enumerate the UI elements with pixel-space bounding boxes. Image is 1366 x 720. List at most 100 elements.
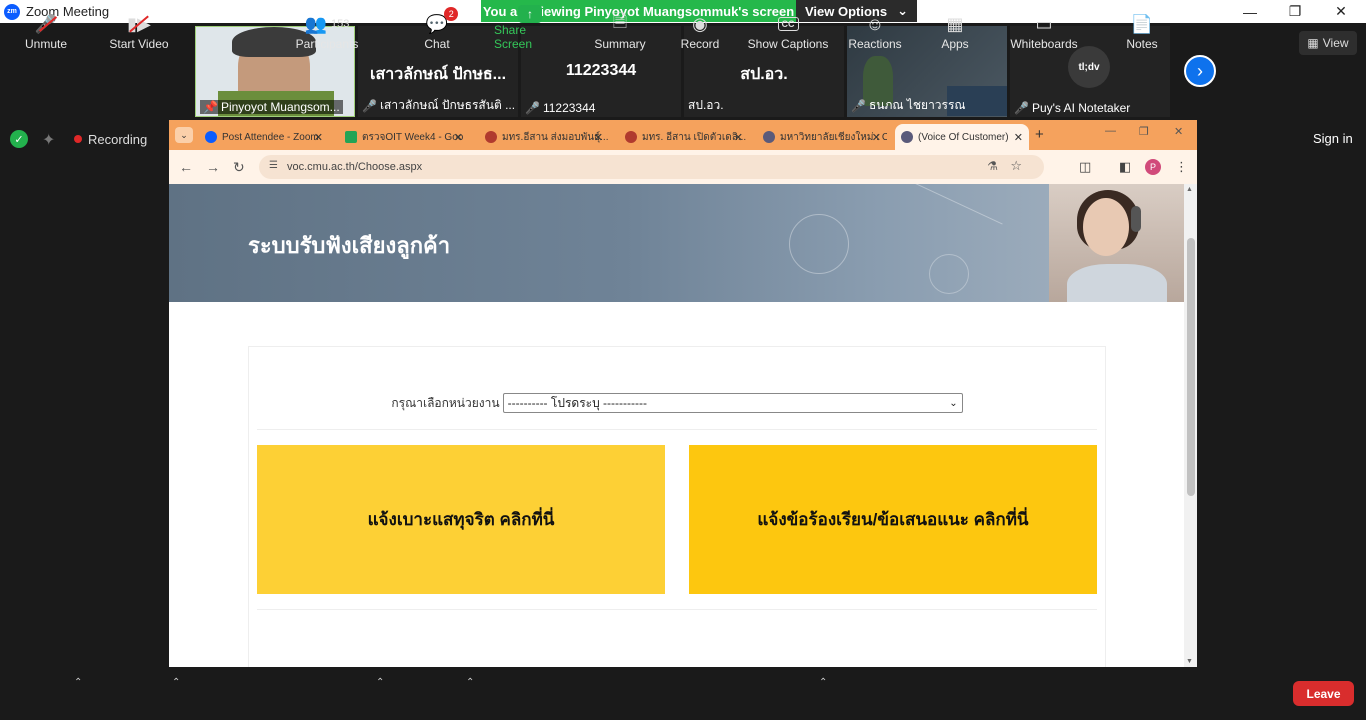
security-shield-icon[interactable]: ✓ (10, 130, 28, 148)
forward-icon[interactable]: → (206, 159, 220, 175)
divider (257, 429, 1097, 430)
recording-indicator[interactable]: Recording (74, 128, 147, 150)
record-button[interactable]: ◉ Record (678, 5, 722, 52)
next-page-arrow-icon[interactable]: › (1184, 55, 1216, 87)
participant-name: 11223344 (542, 101, 596, 115)
tab-close-icon[interactable]: ✕ (454, 131, 463, 144)
department-select[interactable]: ---------- โปรดระบุ ----------- ⌄ (502, 393, 963, 413)
department-select-row: กรุณาเลือกหน่วยงาน ---------- โปรดระบุ -… (249, 393, 1105, 413)
unmute-button[interactable]: 🎤 Unmute (22, 5, 70, 52)
browser-menu-icon[interactable]: ⋮ (1175, 159, 1188, 175)
browser-tab[interactable]: ตรวจOIT Week4 - Goo ✕ (339, 124, 469, 150)
browser-restore-icon[interactable]: ❐ (1139, 125, 1149, 138)
whiteboards-label: Whiteboards (1010, 37, 1078, 51)
extensions-icon[interactable]: ◫ (1079, 159, 1091, 175)
profile-avatar[interactable]: P (1145, 159, 1161, 175)
tab-title: มทร.อีสาน ส่งมอบพันธุ์... (502, 131, 609, 143)
complaint-suggestion-button[interactable]: แจ้งข้อร้องเรียน/ข้อเสนอแนะ คลิกที่นี่ (689, 445, 1097, 594)
tab-close-icon[interactable]: ✕ (734, 131, 743, 144)
video-off-icon: ▮▶ (127, 11, 151, 37)
restore-icon[interactable]: ❐ (1272, 0, 1318, 23)
shared-browser-window: ⌄ Post Attendee - Zoom ✕ ตรวจOIT Week4 -… (169, 120, 1197, 667)
participant-display-name: สป.อว. (740, 66, 788, 83)
leave-button[interactable]: Leave (1293, 681, 1354, 706)
divider (257, 609, 1097, 610)
captions-icon: CC (777, 11, 799, 37)
participant-name: Pinyoyot Muangsom... (220, 100, 340, 114)
browser-close-icon[interactable]: ✕ (1174, 125, 1183, 138)
summary-button[interactable]: 🗎 Summary (592, 5, 648, 51)
ai-companion-icon[interactable]: ✦ (42, 130, 55, 150)
tab-close-icon[interactable]: ✕ (872, 131, 881, 144)
participant-display-name: เสาวลักษณ์ ปักษธ... (369, 66, 507, 83)
scroll-down-icon[interactable]: ▼ (1186, 658, 1193, 665)
browser-tab[interactable]: Post Attendee - Zoom ✕ (199, 124, 329, 150)
tab-search-icon[interactable]: ⌄ (175, 127, 193, 143)
browser-tab-active[interactable]: (Voice Of Customer) ✕ (895, 124, 1029, 150)
chat-icon: 💬 2 (426, 7, 459, 37)
report-fraud-button[interactable]: แจ้งเบาะแสทุจริต คลิกที่นี่ (257, 445, 665, 594)
tab-close-icon[interactable]: ✕ (594, 131, 603, 144)
browser-minimize-icon[interactable]: — (1105, 125, 1116, 137)
mic-muted-icon: 🎤 (35, 11, 57, 37)
chat-caret-icon[interactable]: ⌃ (466, 677, 474, 688)
browser-tab[interactable]: มหาวิทยาลัยเชียงใหม่ : C ✕ (757, 124, 887, 150)
page-title: ระบบรับฟังเสียงลูกค้า (248, 233, 451, 258)
hero-banner: ระบบรับฟังเสียงลูกค้า (169, 184, 1184, 302)
apps-icon: ▦ (946, 13, 964, 34)
mic-muted-icon: 🎤 (851, 98, 866, 113)
browser-tab[interactable]: มทร. อีสาน เปิดตัวเดลิ... ✕ (619, 124, 749, 150)
chevron-down-icon: ⌄ (949, 397, 958, 409)
scrollbar-thumb[interactable] (1187, 238, 1195, 496)
notes-button[interactable]: 📄 Notes (1124, 5, 1160, 52)
notetaker-logo: tl;dv (1078, 61, 1100, 73)
notes-label: Notes (1126, 37, 1158, 51)
participants-caret-icon[interactable]: ⌃ (376, 677, 384, 688)
news-favicon-icon (485, 131, 497, 143)
minimize-icon[interactable]: — (1227, 0, 1273, 23)
apps-button[interactable]: ▦ Apps (938, 5, 972, 52)
browser-tab[interactable]: มทร.อีสาน ส่งมอบพันธุ์... ✕ (479, 124, 609, 150)
reactions-button[interactable]: ☺ Reactions (848, 5, 902, 52)
tab-title: (Voice Of Customer) (918, 131, 1009, 143)
side-panel-icon[interactable]: ◧ (1119, 159, 1131, 175)
tab-close-icon[interactable]: ✕ (1014, 131, 1023, 144)
tab-close-icon[interactable]: ✕ (314, 131, 323, 144)
whiteboards-button[interactable]: ▭ Whiteboards (1008, 5, 1080, 52)
sign-in-link[interactable]: Sign in (1313, 131, 1353, 146)
participant-display-name: 11223344 (565, 62, 637, 79)
back-icon[interactable]: ← (179, 159, 193, 175)
participants-count: 153 (331, 18, 350, 30)
participants-label: Participants (295, 37, 359, 51)
mic-muted-icon: 🎤 (525, 101, 540, 115)
show-captions-button[interactable]: CC Show Captions (746, 5, 830, 51)
participants-button[interactable]: 👥 153 Participants (294, 5, 360, 52)
tab-title: Post Attendee - Zoom (222, 131, 319, 143)
close-icon[interactable]: ✕ (1318, 0, 1364, 23)
decorative-line (875, 184, 1003, 225)
record-label: Record (680, 37, 720, 51)
scroll-up-icon[interactable]: ▲ (1186, 186, 1193, 193)
view-button[interactable]: ▦ View (1299, 31, 1357, 55)
audio-options-caret-icon[interactable]: ⌃ (74, 677, 82, 688)
address-bar[interactable]: ☰ voc.cmu.ac.th/Choose.aspx ⚗ ☆ (259, 155, 1044, 179)
chat-button[interactable]: 💬 2 Chat (420, 5, 459, 51)
share-screen-button[interactable]: ↑ Share Screen (494, 5, 566, 51)
video-options-caret-icon[interactable]: ⌃ (172, 677, 180, 688)
address-url: voc.cmu.ac.th/Choose.aspx (287, 161, 423, 173)
bookmark-star-icon[interactable]: ☆ (1010, 158, 1022, 174)
reload-icon[interactable]: ↻ (233, 159, 245, 176)
department-select-value: ---------- โปรดระบุ ----------- (507, 395, 647, 410)
captions-caret-icon[interactable]: ⌃ (819, 677, 827, 688)
whiteboard-icon: ▭ (1035, 13, 1053, 34)
translate-icon[interactable]: ⚗ (987, 159, 998, 173)
show-captions-label: Show Captions (747, 37, 829, 51)
start-video-button[interactable]: ▮▶ Start Video (106, 5, 172, 52)
site-info-icon[interactable]: ☰ (269, 160, 278, 171)
meeting-controls (0, 667, 1366, 720)
new-tab-icon[interactable]: + (1035, 126, 1044, 143)
agent-face (1083, 198, 1129, 256)
page-scrollbar[interactable]: ▲ ▼ (1184, 184, 1197, 667)
summary-label: Summary (594, 37, 646, 51)
view-label: View (1322, 36, 1349, 50)
